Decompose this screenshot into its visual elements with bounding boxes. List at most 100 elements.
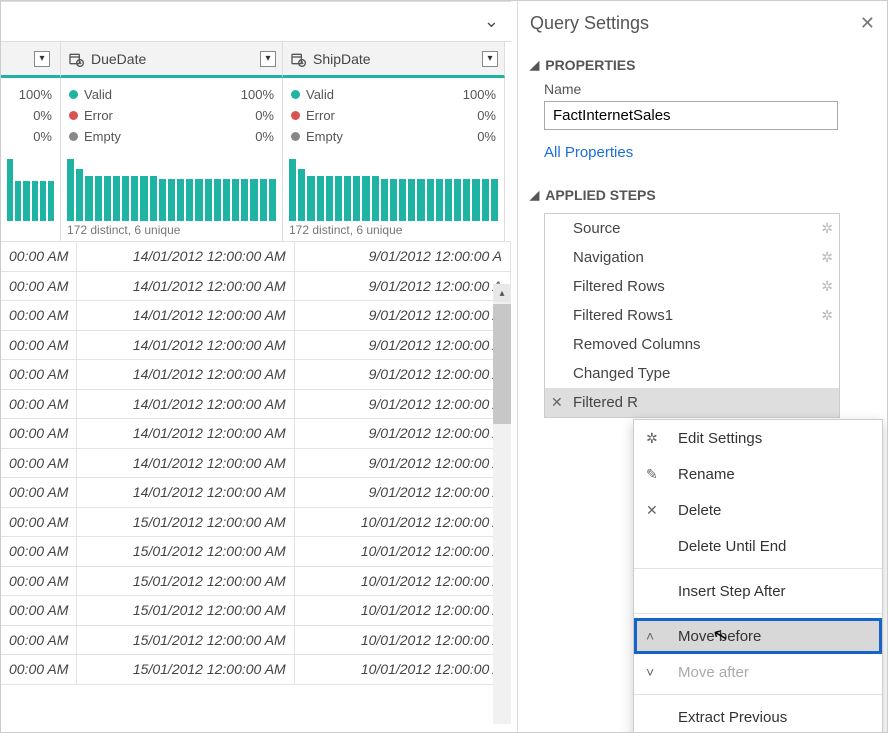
data-preview-pane: ⌄ ▾ DueDate ▾ ShipDate ▾ (1, 1, 511, 733)
distinct-label: 172 distinct, 6 unique (289, 223, 498, 237)
scroll-thumb[interactable] (493, 304, 511, 424)
filter-icon[interactable]: ▾ (482, 51, 498, 67)
step-label: Filtered R (573, 394, 638, 411)
ctx-rename[interactable]: ✎ Rename (634, 456, 882, 492)
filter-icon[interactable]: ▾ (34, 51, 50, 67)
table-row[interactable]: 00:00 AM14/01/2012 12:00:00 AM9/01/2012 … (1, 330, 511, 360)
cell: 10/01/2012 12:00:00 A (294, 537, 510, 567)
distribution-cell: 172 distinct, 6 unique (61, 149, 283, 241)
gear-icon[interactable]: ✲ (821, 278, 833, 295)
ctx-extract-previous[interactable]: Extract Previous (634, 699, 882, 733)
vertical-scrollbar[interactable]: ▴ (493, 284, 511, 724)
table-row[interactable]: 00:00 AM14/01/2012 12:00:00 AM9/01/2012 … (1, 448, 511, 478)
error-label: Error (84, 105, 113, 126)
table-row[interactable]: 00:00 AM14/01/2012 12:00:00 AM9/01/2012 … (1, 360, 511, 390)
ctx-delete[interactable]: ✕ Delete (634, 492, 882, 528)
scroll-up-icon[interactable]: ▴ (493, 284, 511, 302)
empty-pct: 0% (33, 126, 52, 147)
cell: 10/01/2012 12:00:00 A (294, 507, 510, 537)
table-row[interactable]: 00:00 AM15/01/2012 12:00:00 AM10/01/2012… (1, 625, 511, 655)
column-quality-row: 100% 0% 0% Valid100% Error0% Empty0% Val… (1, 78, 511, 149)
quality-cell: Valid100% Error0% Empty0% (61, 78, 283, 149)
gear-icon[interactable]: ✲ (821, 249, 833, 266)
distinct-label: 172 distinct, 6 unique (67, 223, 276, 237)
cell: 9/01/2012 12:00:00 A (294, 478, 510, 508)
caret-icon: ◢ (530, 58, 539, 72)
filter-icon[interactable]: ▾ (260, 51, 276, 67)
table-row[interactable]: 00:00 AM14/01/2012 12:00:00 AM9/01/2012 … (1, 242, 511, 272)
table-row[interactable]: 00:00 AM14/01/2012 12:00:00 AM9/01/2012 … (1, 271, 511, 301)
ctx-label: Delete Until End (678, 538, 786, 555)
collapse-bar[interactable]: ⌄ (1, 2, 511, 42)
empty-label: Empty (306, 126, 343, 147)
properties-section-header[interactable]: ◢ PROPERTIES (530, 57, 875, 73)
cell: 14/01/2012 12:00:00 AM (77, 389, 294, 419)
cell: 00:00 AM (1, 566, 77, 596)
applied-step[interactable]: Changed Type (545, 359, 839, 388)
cell: 14/01/2012 12:00:00 AM (77, 448, 294, 478)
ctx-delete-until-end[interactable]: Delete Until End (634, 528, 882, 564)
cell: 00:00 AM (1, 419, 77, 449)
cell: 00:00 AM (1, 655, 77, 685)
table-row[interactable]: 00:00 AM15/01/2012 12:00:00 AM10/01/2012… (1, 566, 511, 596)
cell: 10/01/2012 12:00:00 A (294, 655, 510, 685)
cell: 14/01/2012 12:00:00 AM (77, 242, 294, 272)
cell: 00:00 AM (1, 271, 77, 301)
step-context-menu: ✲ Edit Settings ✎ Rename ✕ Delete Delete… (633, 419, 883, 733)
chevron-down-icon: ⌄ (484, 11, 499, 32)
close-icon[interactable]: ✕ (860, 13, 875, 34)
table-row[interactable]: 00:00 AM14/01/2012 12:00:00 AM9/01/2012 … (1, 389, 511, 419)
valid-label: Valid (306, 84, 334, 105)
error-pct: 0% (477, 105, 496, 126)
table-row[interactable]: 00:00 AM15/01/2012 12:00:00 AM10/01/2012… (1, 507, 511, 537)
column-header-duedate[interactable]: DueDate ▾ (61, 42, 283, 78)
applied-step[interactable]: Removed Columns (545, 330, 839, 359)
ctx-move-before[interactable]: ˄ Move before (634, 618, 882, 654)
cell: 14/01/2012 12:00:00 AM (77, 478, 294, 508)
gear-icon[interactable]: ✲ (821, 220, 833, 237)
ctx-label: Rename (678, 466, 735, 483)
applied-step-selected[interactable]: ✕ Filtered R (545, 388, 839, 417)
distribution-row: 172 distinct, 6 unique 172 distinct, 6 u… (1, 149, 511, 241)
column-label: DueDate (91, 51, 146, 67)
table-row[interactable]: 00:00 AM14/01/2012 12:00:00 AM9/01/2012 … (1, 478, 511, 508)
cell: 00:00 AM (1, 625, 77, 655)
column-header-partial[interactable]: ▾ (1, 42, 61, 78)
quality-cell: 100% 0% 0% (1, 78, 61, 149)
chevron-down-icon: ˅ (646, 664, 654, 680)
all-properties-link[interactable]: All Properties (544, 144, 633, 161)
close-icon: ✕ (646, 502, 658, 519)
ctx-label: Move after (678, 664, 749, 681)
ctx-label: Insert Step After (678, 583, 786, 600)
applied-steps-header[interactable]: ◢ APPLIED STEPS (530, 187, 875, 203)
ctx-insert-step-after[interactable]: Insert Step After (634, 573, 882, 609)
ctx-label: Edit Settings (678, 430, 762, 447)
applied-step[interactable]: Navigation✲ (545, 243, 839, 272)
column-header-shipdate[interactable]: ShipDate ▾ (283, 42, 505, 78)
ctx-edit-settings[interactable]: ✲ Edit Settings (634, 420, 882, 456)
cell: 14/01/2012 12:00:00 AM (77, 419, 294, 449)
error-pct: 0% (255, 105, 274, 126)
cell: 15/01/2012 12:00:00 AM (77, 507, 294, 537)
applied-step[interactable]: Source✲ (545, 214, 839, 243)
query-name-input[interactable] (544, 101, 838, 130)
table-row[interactable]: 00:00 AM14/01/2012 12:00:00 AM9/01/2012 … (1, 419, 511, 449)
cell: 00:00 AM (1, 596, 77, 626)
ctx-move-after: ˅ Move after (634, 654, 882, 690)
table-row[interactable]: 00:00 AM15/01/2012 12:00:00 AM10/01/2012… (1, 596, 511, 626)
cell: 00:00 AM (1, 507, 77, 537)
error-label: Error (306, 105, 335, 126)
table-row[interactable]: 00:00 AM14/01/2012 12:00:00 AM9/01/2012 … (1, 301, 511, 331)
column-headers: ▾ DueDate ▾ ShipDate ▾ (1, 42, 511, 78)
table-row[interactable]: 00:00 AM15/01/2012 12:00:00 AM10/01/2012… (1, 537, 511, 567)
cell: 9/01/2012 12:00:00 A (294, 360, 510, 390)
applied-step[interactable]: Filtered Rows1✲ (545, 301, 839, 330)
applied-steps-label: APPLIED STEPS (545, 187, 655, 203)
gear-icon: ✲ (646, 430, 658, 447)
close-icon[interactable]: ✕ (551, 394, 563, 411)
cell: 14/01/2012 12:00:00 AM (77, 330, 294, 360)
gear-icon[interactable]: ✲ (821, 307, 833, 324)
table-row[interactable]: 00:00 AM15/01/2012 12:00:00 AM10/01/2012… (1, 655, 511, 685)
applied-step[interactable]: Filtered Rows✲ (545, 272, 839, 301)
cell: 15/01/2012 12:00:00 AM (77, 537, 294, 567)
